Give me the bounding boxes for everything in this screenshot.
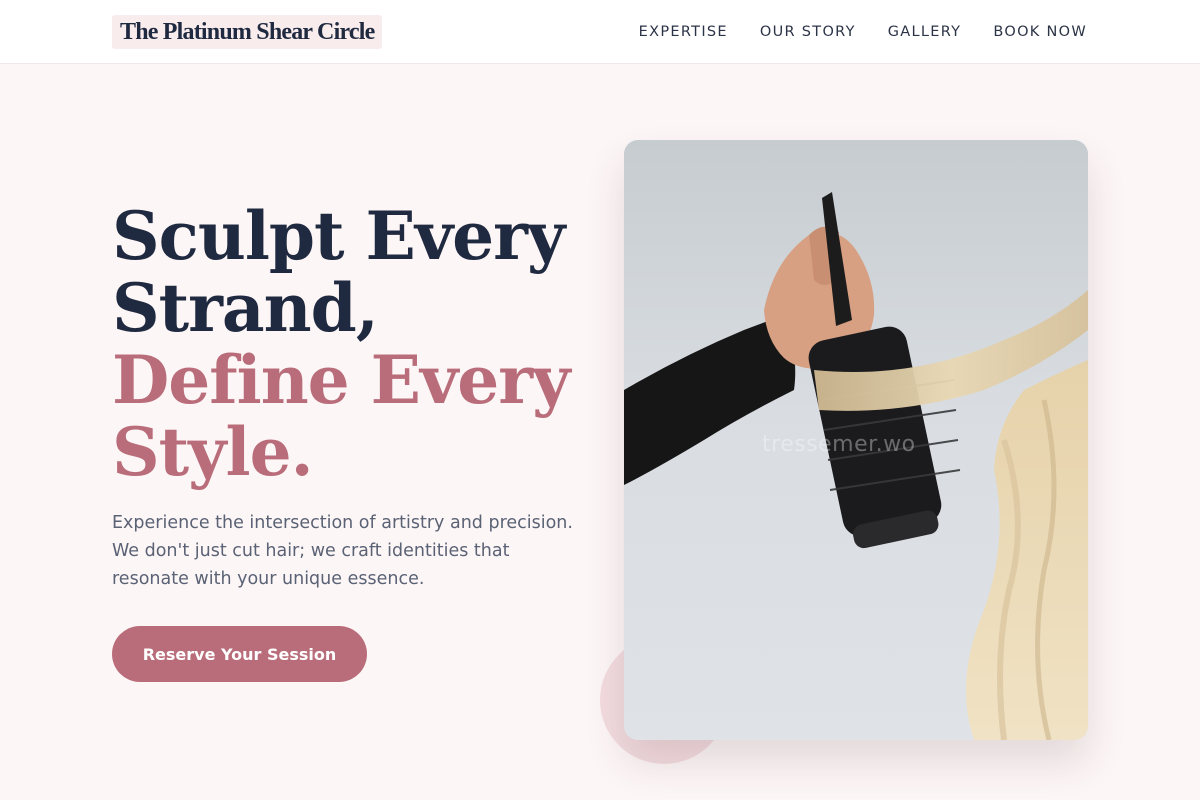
image-watermark: tressemer.wo	[762, 432, 916, 457]
hero-description: Experience the intersection of artistry …	[112, 513, 573, 589]
site-header: The Platinum Shear Circle EXPERTISE OUR …	[0, 0, 1200, 64]
hero-title-line-1: Sculpt Every	[112, 197, 565, 275]
nav-our-story[interactable]: OUR STORY	[760, 24, 856, 40]
nav-book-now[interactable]: BOOK NOW	[993, 24, 1087, 40]
brand-logo[interactable]: The Platinum Shear Circle	[112, 15, 383, 49]
hero-title-line-4: Style.	[112, 413, 314, 491]
main-nav: EXPERTISE OUR STORY GALLERY BOOK NOW	[639, 0, 1087, 64]
nav-gallery[interactable]: GALLERY	[888, 24, 962, 40]
hero-title-line-3: Define Every	[112, 341, 570, 419]
reserve-session-button[interactable]: Reserve Your Session	[112, 626, 367, 682]
hero-title-line-2: Strand,	[112, 269, 379, 347]
hero-image: tressemer.wo	[624, 140, 1088, 740]
nav-expertise[interactable]: EXPERTISE	[639, 24, 728, 40]
hero-title: Sculpt Every Strand, Define Every Style.	[112, 200, 612, 488]
